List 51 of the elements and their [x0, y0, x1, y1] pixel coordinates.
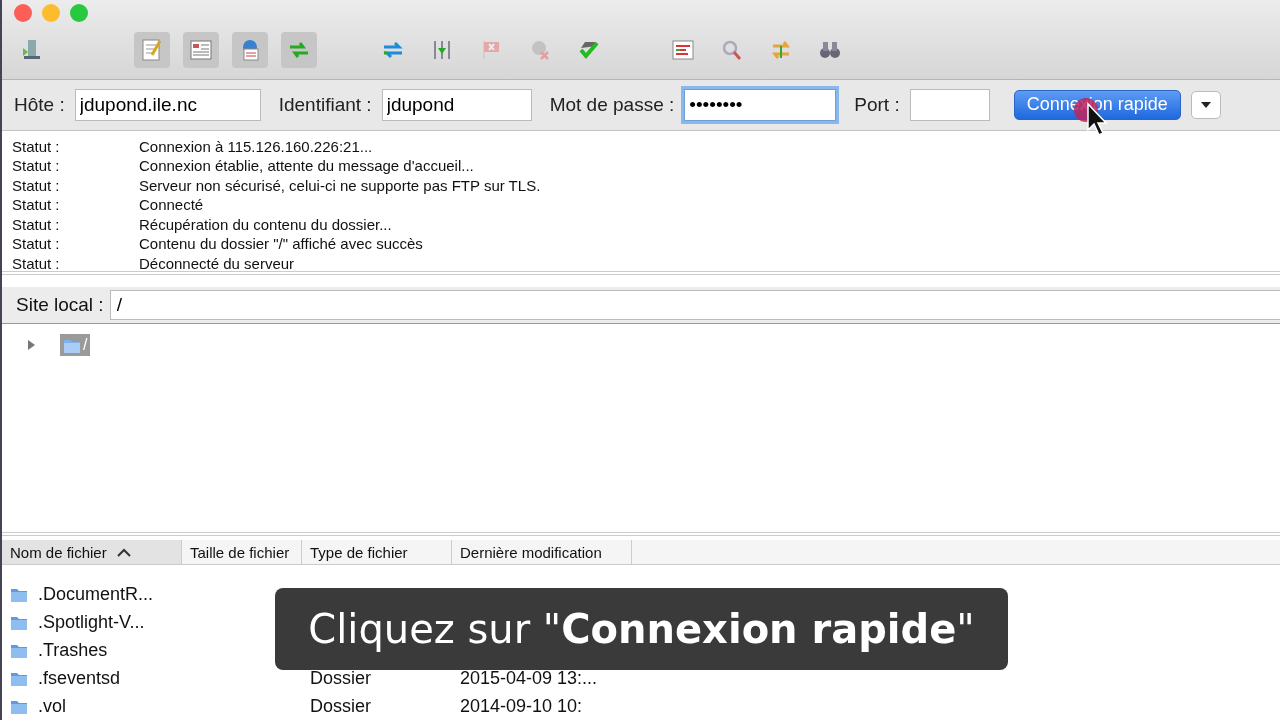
field-label: Site local :: [16, 293, 104, 316]
toolbar-button[interactable]: [134, 32, 170, 68]
expand-arrow-icon[interactable]: [26, 339, 36, 350]
log-label: Statut :: [12, 137, 61, 155]
column-header[interactable]: Nom de fichier: [2, 540, 182, 564]
log-message: Connexion établie, attente du message d'accueil...: [139, 157, 474, 175]
toolbar-button[interactable]: [232, 32, 268, 68]
magnifier-icon: [720, 38, 744, 62]
log-label: Statut :: [12, 215, 61, 233]
column-header[interactable]: Dernière modification: [452, 540, 632, 564]
caption: Cliquez sur "Connexion rapide": [275, 588, 1008, 670]
log-label: Statut :: [12, 254, 61, 272]
field-label: Identifiant :: [278, 93, 372, 116]
column-header[interactable]: Type de fichier: [302, 540, 452, 564]
input-field[interactable]: [909, 88, 990, 121]
list-window-icon: [671, 38, 695, 62]
input-field[interactable]: jdupond: [381, 88, 532, 121]
log-label: Statut :: [12, 176, 61, 194]
log-label: Statut :: [12, 196, 61, 214]
zoom-window-button[interactable]: [70, 4, 88, 22]
field-label: Port :: [854, 93, 900, 116]
column-header[interactable]: Taille de fichier: [182, 540, 302, 564]
toolbar-button[interactable]: [183, 32, 219, 68]
file-date: 2014-09-10 10:: [460, 695, 583, 717]
file-name: .DocumentR...: [38, 583, 154, 605]
caret-icon: [1200, 101, 1211, 108]
file-name: .fseventsd: [38, 667, 121, 689]
dropdown-button[interactable]: [1190, 90, 1221, 119]
file-date: 2015-04-09 13:...: [460, 667, 598, 689]
file-name: .Trashes: [38, 639, 108, 661]
file-name: .vol: [38, 695, 66, 717]
log-message: Connexion à 115.126.160.226:21...: [139, 137, 373, 155]
file-type: Dossier: [310, 667, 371, 689]
panels-icon: [189, 38, 213, 62]
file-name: .Spotlight-V...: [38, 611, 145, 633]
field-label: Mot de passe :: [549, 93, 675, 116]
log-message: Récupération du contenu du dossier...: [139, 215, 392, 233]
field-label: Hôte :: [14, 93, 65, 116]
input-field[interactable]: ••••••••: [684, 88, 837, 121]
log-message: Serveur non sécurisé, celui-ci ne supporte pas FTP sur TLS.: [139, 176, 541, 194]
log-message: Déconnecté du serveur: [139, 254, 295, 272]
notepad-icon: [140, 38, 164, 62]
log-message: Connecté: [139, 196, 204, 214]
minimize-window-button[interactable]: [42, 4, 60, 22]
file-type: Dossier: [310, 695, 371, 717]
path-field[interactable]: /: [109, 289, 1280, 320]
input-field[interactable]: jdupond.ile.nc: [74, 88, 261, 121]
log-label: Statut :: [12, 157, 61, 175]
log-message: Contenu du dossier "/" affiché avec succès: [139, 235, 423, 253]
close-window-button[interactable]: [14, 4, 32, 22]
log-label: Statut :: [12, 235, 61, 253]
